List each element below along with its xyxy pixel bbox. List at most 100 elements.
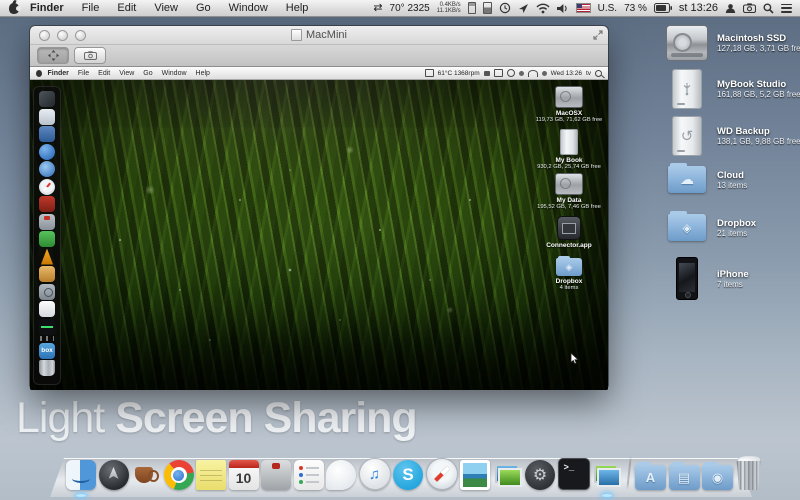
remote-menu-edit[interactable]: Edit xyxy=(94,70,115,77)
remote-tv-label[interactable]: tv xyxy=(586,70,591,77)
battery-gauge-icon[interactable] xyxy=(483,2,492,14)
menu-edit[interactable]: Edit xyxy=(108,0,145,16)
dock-icon-screen-sharing[interactable] xyxy=(592,460,622,490)
remote-clock-label[interactable]: Wed 13:26 xyxy=(551,70,582,77)
menu-file[interactable]: File xyxy=(73,0,109,16)
desktop-icon-macintosh-ssd[interactable]: Macintosh SSD 127,18 GB, 3,71 GB free xyxy=(664,25,800,61)
dock-icon-safari[interactable] xyxy=(426,458,458,490)
camera-icon[interactable] xyxy=(743,3,756,13)
dock-icon-launchpad[interactable] xyxy=(99,460,129,490)
remote-menu-help[interactable]: Help xyxy=(191,70,214,77)
remote-dock-browser-icon[interactable] xyxy=(39,161,55,177)
remote-dock-vlc-icon[interactable] xyxy=(39,249,55,265)
notification-center-icon[interactable] xyxy=(781,4,792,13)
memory-icon[interactable] xyxy=(468,2,476,14)
remote-dock-camera-icon[interactable] xyxy=(39,284,55,300)
keyboard-flag-icon[interactable] xyxy=(576,3,591,13)
dock-icon-finder[interactable] xyxy=(66,460,96,490)
remote-dock-trash-icon[interactable] xyxy=(39,360,55,376)
remote-wifi-icon[interactable] xyxy=(528,70,538,77)
remote-dock-green-app[interactable] xyxy=(39,231,55,247)
resize-icon[interactable] xyxy=(593,30,603,40)
dock-icon-messages[interactable] xyxy=(326,460,356,490)
desktop-icon-mybook-studio[interactable]: MyBook Studio 161,88 GB, 5,2 GB free xyxy=(664,69,800,109)
remote-dock-app-1[interactable] xyxy=(39,91,55,107)
battery-icon[interactable] xyxy=(654,3,672,13)
dock[interactable]: 10 ♫ S ⚙ >_ A ▤ ◉ xyxy=(50,450,752,497)
remote-icon-connector-app[interactable]: Connector.app xyxy=(530,216,608,249)
location-icon[interactable] xyxy=(518,3,529,14)
close-button[interactable] xyxy=(39,30,50,41)
dock-folder-applications[interactable]: A xyxy=(635,465,666,490)
battery-percent[interactable]: 73 % xyxy=(624,3,647,14)
dock-icon-utility[interactable] xyxy=(261,460,291,490)
remote-temp-fan-status[interactable]: 61°C 1368rpm xyxy=(438,70,480,77)
menu-window[interactable]: Window xyxy=(220,0,277,16)
remote-dock-mail-icon[interactable] xyxy=(39,109,55,125)
desktop-icon-dropbox[interactable]: ◈ Dropbox 21 items xyxy=(664,214,756,241)
network-speed-status[interactable]: 0.4KB/s 11.1KB/s xyxy=(437,2,461,15)
window-titlebar[interactable]: MacMini xyxy=(30,26,608,45)
dock-icon-itunes[interactable]: ♫ xyxy=(359,458,391,490)
wifi-icon[interactable] xyxy=(536,3,550,14)
dock-icon-stickies[interactable] xyxy=(196,460,226,490)
menu-help[interactable]: Help xyxy=(277,0,318,16)
remote-display-icon[interactable] xyxy=(425,69,434,77)
remote-dock[interactable]: box xyxy=(33,86,61,385)
remote-menu-file[interactable]: File xyxy=(73,70,93,77)
remote-dock-box-icon[interactable]: box xyxy=(39,343,55,359)
desktop-icon-iphone[interactable]: iPhone 7 items xyxy=(664,257,749,300)
dock-icon-terminal[interactable]: >_ xyxy=(558,458,590,490)
desktop-icon-wd-backup[interactable]: ↺ WD Backup 138,1 GB, 9,88 GB free xyxy=(664,116,800,156)
apple-menu-icon[interactable] xyxy=(9,3,19,14)
dock-icon-gears-app[interactable]: ⚙ xyxy=(525,460,555,490)
remote-menu-view[interactable]: View xyxy=(115,70,139,77)
dock-icon-trash[interactable] xyxy=(736,459,762,490)
zoom-button[interactable] xyxy=(75,30,86,41)
remote-icon-my-book[interactable]: My Book 930,2 GB, 25,74 GB free xyxy=(530,129,608,170)
remote-dock-ipod-icon[interactable] xyxy=(39,301,55,317)
dock-icon-photos[interactable] xyxy=(460,460,490,490)
remote-menu-window[interactable]: Window xyxy=(157,70,191,77)
dock-folder-users[interactable]: ◉ xyxy=(702,465,733,490)
remote-dock-utility-icon[interactable] xyxy=(39,214,55,230)
dock-icon-calendar[interactable]: 10 xyxy=(229,460,259,490)
remote-dock-monitor-icon[interactable] xyxy=(39,319,55,335)
dock-icon-reminders[interactable] xyxy=(294,460,324,490)
minimize-button[interactable] xyxy=(57,30,68,41)
time-machine-icon[interactable] xyxy=(499,2,511,14)
user-icon[interactable] xyxy=(725,3,736,14)
remote-location-icon[interactable] xyxy=(519,71,524,76)
remote-dock-photo-app[interactable] xyxy=(39,266,55,282)
screenshot-button[interactable] xyxy=(74,47,106,64)
menu-finder[interactable]: Finder xyxy=(21,0,73,16)
temp-fan-status[interactable]: 70° 2325 xyxy=(390,3,430,14)
remote-menu-go[interactable]: Go xyxy=(139,70,157,77)
remote-dock-itunes-icon[interactable] xyxy=(39,144,55,160)
remote-dock-theater-icon[interactable] xyxy=(39,196,55,212)
menu-clock[interactable]: st 13:26 xyxy=(679,2,718,14)
remote-apple-menu-icon[interactable] xyxy=(36,70,42,77)
remote-monitor-icon[interactable] xyxy=(494,69,503,77)
desktop-icon-cloud[interactable]: ☁ Cloud 13 items xyxy=(664,166,747,193)
remote-icon-my-data[interactable]: My Data 195,52 GB, 7,46 GB free xyxy=(530,173,608,210)
remote-volume-icon[interactable] xyxy=(542,71,547,76)
menu-go[interactable]: Go xyxy=(187,0,220,16)
remote-icon-dropbox[interactable]: ◈ Dropbox 4 items xyxy=(530,258,608,291)
dock-icon-skype[interactable]: S xyxy=(393,460,423,490)
remote-spotlight-icon[interactable] xyxy=(595,70,602,77)
scale-mode-button[interactable] xyxy=(37,47,69,64)
spotlight-icon[interactable] xyxy=(763,3,774,14)
dock-icon-coffee-app[interactable] xyxy=(131,460,161,490)
dock-icon-remote-desktop[interactable] xyxy=(493,460,523,490)
remote-menu-bar[interactable]: Finder File Edit View Go Window Help 61°… xyxy=(30,67,608,80)
remote-dock-safari-icon[interactable] xyxy=(39,179,55,195)
remote-icon-macosx[interactable]: MacOSX 119,73 GB, 71,62 GB free xyxy=(530,86,608,123)
remote-screens-icon[interactable] xyxy=(484,71,490,76)
sync-icon[interactable]: ⇄ xyxy=(373,3,382,14)
menu-view[interactable]: View xyxy=(145,0,187,16)
dock-icon-chrome[interactable] xyxy=(164,460,194,490)
volume-icon[interactable] xyxy=(557,3,569,14)
remote-menu-finder[interactable]: Finder xyxy=(43,70,73,77)
remote-desktop[interactable]: box MacOSX 119,73 GB, 71,62 GB free My B… xyxy=(30,80,608,390)
